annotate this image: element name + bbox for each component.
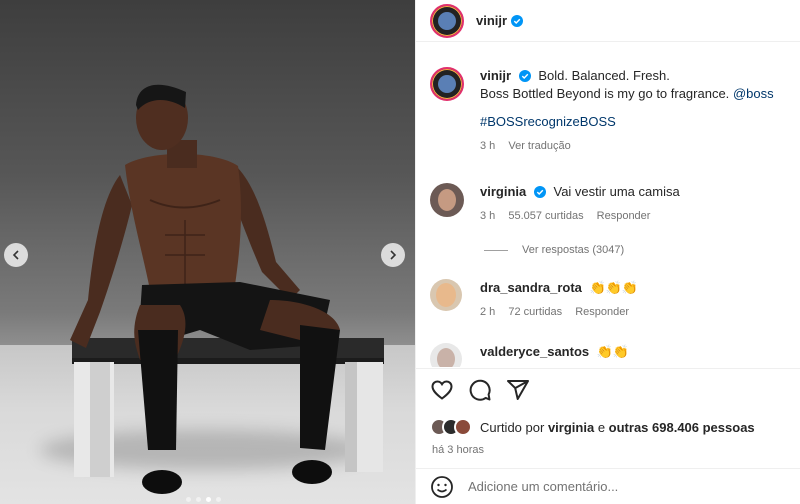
post-media[interactable]: [0, 0, 415, 504]
caption-mention[interactable]: @boss: [733, 86, 774, 101]
comment-item: dra_sandra_rota 👏👏👏 2 h 72 curtidas Resp…: [430, 279, 639, 321]
comment-icon[interactable]: [468, 378, 492, 402]
reply-button[interactable]: Responder: [597, 210, 651, 222]
commenter-avatar[interactable]: [430, 279, 462, 311]
liker-avatar: [454, 418, 472, 436]
caption-time: 3 h: [480, 140, 496, 152]
action-bar: [430, 378, 530, 402]
author-avatar[interactable]: [430, 3, 464, 38]
commenter-avatar[interactable]: [430, 343, 462, 367]
comment-likes[interactable]: 72 curtidas: [508, 306, 562, 318]
caption-text-line2: Boss Bottled Beyond is my go to fragranc…: [480, 86, 730, 101]
carousel-dot: [196, 497, 201, 502]
emoji-icon[interactable]: [430, 475, 454, 499]
verified-icon: [533, 186, 546, 198]
caption: vinijr Bold. Balanced. Fresh. Boss Bottl…: [430, 67, 774, 155]
carousel-dot-active: [206, 497, 211, 502]
reply-button[interactable]: Responder: [575, 306, 629, 318]
view-replies[interactable]: Ver respostas (3047): [484, 244, 624, 256]
carousel-dot: [216, 497, 221, 502]
replies-divider: [484, 249, 508, 251]
author-username[interactable]: vinijr: [476, 13, 507, 28]
likes-connector: e: [597, 419, 606, 435]
verified-icon: [511, 14, 524, 27]
comment-time: 2 h: [480, 306, 496, 318]
commenter-avatar[interactable]: [430, 183, 464, 217]
comment-username[interactable]: virginia: [480, 184, 526, 199]
divider: [416, 368, 800, 369]
comment-input[interactable]: [468, 479, 768, 494]
view-replies-label[interactable]: Ver respostas (3047): [522, 244, 624, 256]
comment-text: 👏👏👏: [589, 280, 639, 295]
comment-text: Vai vestir uma camisa: [553, 184, 680, 199]
comment-text: 👏👏: [596, 344, 630, 359]
comments-list: vinijr Bold. Balanced. Fresh. Boss Bottl…: [416, 55, 800, 367]
comment-username[interactable]: valderyce_santos: [480, 344, 589, 359]
caption-text-line1: Bold. Balanced. Fresh.: [538, 68, 670, 83]
carousel-dot: [186, 497, 191, 502]
post-header: vinijr: [416, 0, 800, 42]
chevron-right-icon[interactable]: [381, 243, 405, 267]
comment-time: 3 h: [480, 210, 496, 222]
add-comment-bar: [416, 468, 800, 504]
author-avatar[interactable]: [430, 67, 464, 101]
comment-item: virginia Vai vestir uma camisa 3 h 55.05…: [430, 183, 680, 225]
comment-item: valderyce_santos 👏👏: [430, 343, 629, 367]
verified-icon: [518, 70, 531, 82]
likes-prefix: Curtido por: [480, 419, 545, 435]
carousel-dots: [186, 497, 221, 502]
post-timestamp: há 3 horas: [432, 444, 484, 456]
caption-hashtag[interactable]: #BOSSrecognizeBOSS: [480, 113, 774, 131]
caption-username[interactable]: vinijr: [480, 68, 511, 83]
translate-link[interactable]: Ver tradução: [508, 140, 570, 152]
share-icon[interactable]: [506, 378, 530, 402]
comment-likes[interactable]: 55.057 curtidas: [508, 210, 583, 222]
likes-others[interactable]: outras 698.406 pessoas: [609, 420, 755, 435]
post-panel: vinijr vinijr Bold. Balanced. Fresh. Bos…: [415, 0, 800, 504]
photo-figure: [70, 84, 384, 494]
likes-user[interactable]: virginia: [548, 420, 594, 435]
comment-username[interactable]: dra_sandra_rota: [480, 280, 582, 295]
likes-summary: Curtido por virginia e outras 698.406 pe…: [430, 418, 755, 436]
chevron-left-icon[interactable]: [4, 243, 28, 267]
heart-icon[interactable]: [430, 378, 454, 402]
